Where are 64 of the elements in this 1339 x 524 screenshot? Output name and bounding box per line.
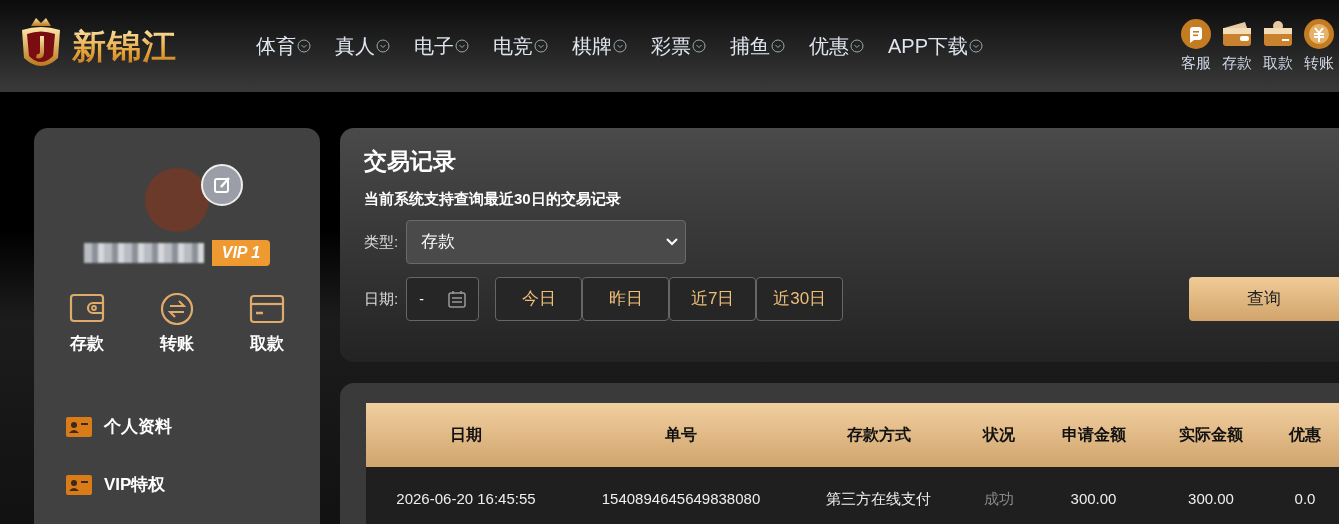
table-cell: 第三方在线支付 [796,467,961,524]
chevron-circle-icon [613,39,627,53]
nav-item[interactable]: 棋牌 [566,31,633,61]
chevron-circle-icon [534,39,548,53]
nav-item[interactable]: 电竞 [487,31,554,61]
header-action[interactable]: 客服 [1180,17,1212,75]
field-label: 类型: [364,231,399,252]
field-label: 日期: [364,288,399,309]
card-icon [249,293,285,325]
date-range-button[interactable]: 今日 [495,277,583,322]
column-header: 存款方式 [796,403,961,467]
query-button[interactable]: 查询 [1189,277,1339,322]
type-select[interactable]: 存款 [406,220,687,265]
table-cell: 300.00 [1036,467,1151,524]
sidebar-item[interactable]: VIP特权 [34,455,166,514]
edit-avatar-button[interactable] [201,164,243,206]
edit-icon [212,175,232,195]
chevron-down-icon [665,237,680,248]
table-cell: 1540894645649838080 [566,467,796,524]
nav-item[interactable]: 真人 [329,31,396,61]
header-action[interactable]: 取款 [1262,17,1294,75]
sidebar-item[interactable]: 个人资料 [34,397,172,456]
quick-action[interactable]: 存款 [63,292,111,358]
info-text: 当前系统支持查询最近30日的交易记录 [364,188,622,209]
nav-item[interactable]: 优惠 [803,31,870,61]
date-range-field[interactable]: - [406,277,480,322]
nav-item[interactable]: 体育 [250,31,317,61]
chevron-circle-icon [850,39,864,53]
date-range-button[interactable]: 近30日 [756,277,844,322]
chevron-circle-icon [297,39,311,53]
calendar-icon [448,290,467,309]
date-range-button[interactable]: 近7日 [669,277,757,322]
vip-badge: VIP 1 [211,240,271,266]
column-header: 单号 [566,403,796,467]
id-card-icon [66,474,92,495]
nav-item[interactable]: 电子 [408,31,475,61]
column-header: 申请金额 [1036,403,1151,467]
table-cell: 0.0 [1271,467,1339,524]
header-action[interactable]: 转账 [1303,17,1335,75]
chat-icon [1180,17,1212,50]
nav-item[interactable]: 彩票 [645,31,712,61]
chevron-circle-icon [692,39,706,53]
table-cell: 成功 [961,467,1036,524]
table-cell: 2026-06-20 16:45:55 [366,467,566,524]
yen-coin-icon [1303,17,1335,50]
date-range-button[interactable]: 昨日 [582,277,670,322]
column-header: 状况 [961,403,1036,467]
quick-action[interactable]: 转账 [153,292,201,358]
nav-item[interactable]: APP下载 [882,31,990,61]
chevron-circle-icon [455,39,469,53]
table-cell: 300.00 [1151,467,1271,524]
chevron-circle-icon [969,39,984,53]
quick-action[interactable]: 取款 [243,292,291,358]
chevron-circle-icon [771,39,785,53]
column-header: 日期 [366,403,566,467]
id-card-icon [66,416,92,437]
wallet-icon [69,293,105,325]
header-action[interactable]: 存款 [1221,17,1253,75]
chevron-circle-icon [376,39,390,53]
page-title: 交易记录 [364,148,457,176]
nav-item[interactable]: 捕鱼 [724,31,791,61]
column-header: 实际金额 [1151,403,1271,467]
column-header: 优惠 [1271,403,1339,467]
transfer-icon [159,293,195,325]
